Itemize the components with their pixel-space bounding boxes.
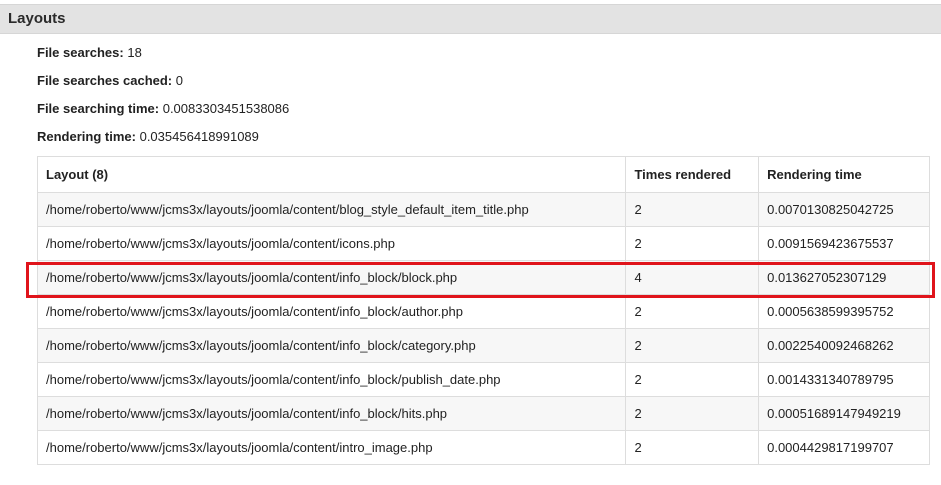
table-row: /home/roberto/www/jcms3x/layouts/joomla/… xyxy=(36,192,930,227)
stat-value: 0.035456418991089 xyxy=(139,129,259,144)
column-header-rendering-time: Rendering time xyxy=(758,156,930,193)
cell-rendering-time: 0.0022540092468262 xyxy=(758,328,930,363)
table-row: /home/roberto/www/jcms3x/layouts/joomla/… xyxy=(36,260,930,295)
stat-value: 0.0083303451538086 xyxy=(162,101,290,116)
cell-layout-path: /home/roberto/www/jcms3x/layouts/joomla/… xyxy=(36,192,627,227)
table-row: /home/roberto/www/jcms3x/layouts/joomla/… xyxy=(36,328,930,363)
column-header-layout: Layout (8) xyxy=(36,156,627,193)
cell-layout-path: /home/roberto/www/jcms3x/layouts/joomla/… xyxy=(36,328,627,363)
cell-times-rendered: 2 xyxy=(625,430,760,465)
cell-times-rendered: 4 xyxy=(625,260,760,295)
cell-rendering-time: 0.0004429817199707 xyxy=(758,430,930,465)
stat-file-searching-time: File searching time: 0.0083303451538086 xyxy=(37,101,289,116)
cell-rendering-time: 0.0091569423675537 xyxy=(758,226,930,261)
table-row: /home/roberto/www/jcms3x/layouts/joomla/… xyxy=(36,294,930,329)
cell-layout-path: /home/roberto/www/jcms3x/layouts/joomla/… xyxy=(36,396,627,431)
cell-layout-path: /home/roberto/www/jcms3x/layouts/joomla/… xyxy=(36,226,627,261)
cell-layout-path: /home/roberto/www/jcms3x/layouts/joomla/… xyxy=(36,362,627,397)
layouts-table: Layout (8) Times rendered Rendering time… xyxy=(36,156,930,465)
cell-layout-path: /home/roberto/www/jcms3x/layouts/joomla/… xyxy=(36,260,627,295)
stat-value: 0 xyxy=(175,73,183,88)
section-title: Layouts xyxy=(8,10,66,27)
cell-rendering-time: 0.013627052307129 xyxy=(758,260,930,295)
cell-rendering-time: 0.00051689147949219 xyxy=(758,396,930,431)
stat-label: Rendering time: xyxy=(37,129,136,144)
cell-layout-path: /home/roberto/www/jcms3x/layouts/joomla/… xyxy=(36,430,627,465)
stat-label: File searches cached: xyxy=(37,73,173,88)
table-row: /home/roberto/www/jcms3x/layouts/joomla/… xyxy=(36,362,930,397)
stat-file-searches-cached: File searches cached: 0 xyxy=(37,73,183,88)
table-header-row: Layout (8) Times rendered Rendering time xyxy=(36,156,930,193)
cell-rendering-time: 0.0070130825042725 xyxy=(758,192,930,227)
stat-rendering-time: Rendering time: 0.035456418991089 xyxy=(37,129,259,144)
cell-times-rendered: 2 xyxy=(625,362,760,397)
column-header-times-rendered: Times rendered xyxy=(625,156,760,193)
stat-label: File searching time: xyxy=(37,101,160,116)
cell-times-rendered: 2 xyxy=(625,294,760,329)
cell-times-rendered: 2 xyxy=(625,396,760,431)
stat-value: 18 xyxy=(127,45,142,60)
table-row: /home/roberto/www/jcms3x/layouts/joomla/… xyxy=(36,226,930,261)
cell-layout-path: /home/roberto/www/jcms3x/layouts/joomla/… xyxy=(36,294,627,329)
table-row: /home/roberto/www/jcms3x/layouts/joomla/… xyxy=(36,396,930,431)
cell-rendering-time: 0.0014331340789795 xyxy=(758,362,930,397)
stat-file-searches: File searches: 18 xyxy=(37,45,142,60)
cell-times-rendered: 2 xyxy=(625,226,760,261)
cell-times-rendered: 2 xyxy=(625,328,760,363)
layouts-section-header: Layouts xyxy=(0,4,941,34)
stat-label: File searches: xyxy=(37,45,124,60)
table-row: /home/roberto/www/jcms3x/layouts/joomla/… xyxy=(36,430,930,465)
cell-times-rendered: 2 xyxy=(625,192,760,227)
cell-rendering-time: 0.0005638599395752 xyxy=(758,294,930,329)
